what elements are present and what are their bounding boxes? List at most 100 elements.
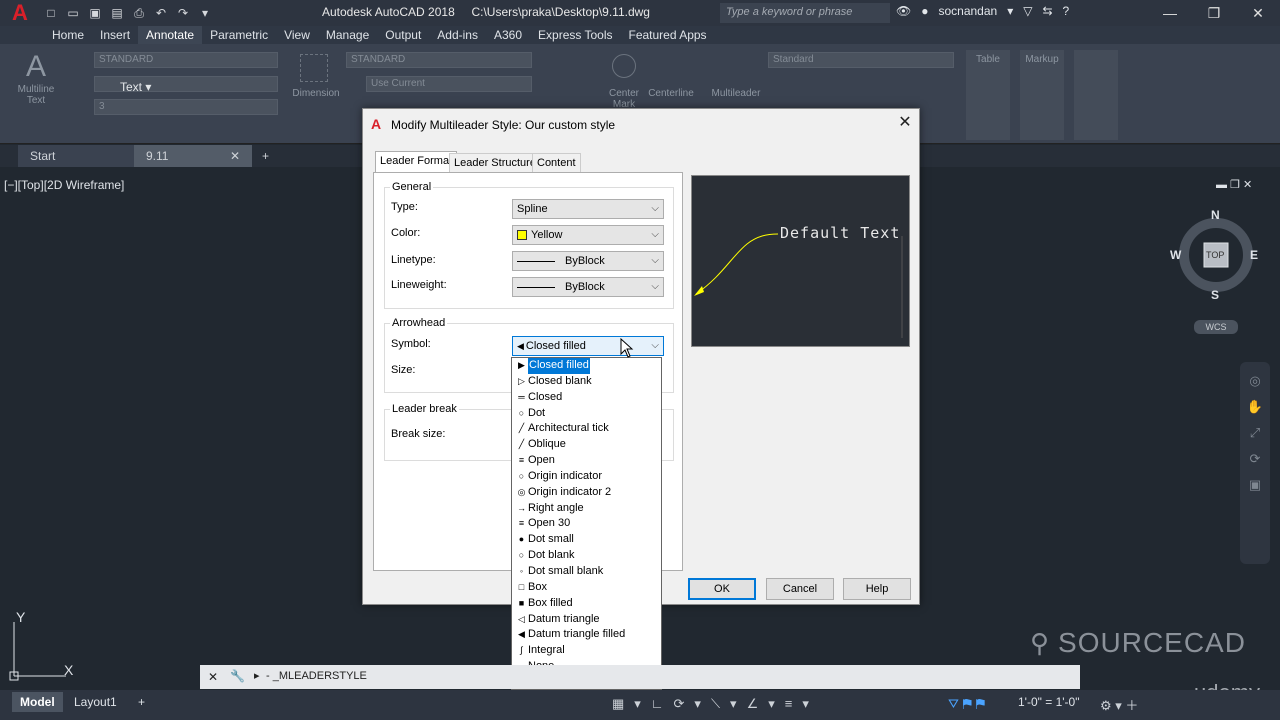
viewport-window-controls[interactable]: ▬ ❐ ✕ (1216, 178, 1252, 191)
autocad-logo-icon[interactable]: A (0, 0, 40, 26)
text-style-select[interactable]: STANDARD (94, 52, 278, 68)
close-tab-icon[interactable]: ✕ (230, 145, 240, 167)
annotation-visibility-icon[interactable]: ⛛ ⚑ ⚑ (948, 696, 985, 712)
tab-manage[interactable]: Manage (318, 26, 377, 44)
text-height-field[interactable]: 3 (94, 99, 278, 115)
cancel-button[interactable]: Cancel (766, 578, 834, 600)
user-dropdown-icon[interactable]: ▾ (1007, 4, 1013, 18)
type-select[interactable]: Spline ⌵ (512, 199, 664, 219)
close-window-icon[interactable]: ✕ (1236, 0, 1280, 26)
lineweight-select[interactable]: ByBlock ⌵ (512, 277, 664, 297)
customize-cmdline-icon[interactable]: 🔧 (230, 669, 245, 683)
tab-featured-apps[interactable]: Featured Apps (621, 26, 715, 44)
annotation-scale[interactable]: 1'-0" = 1'-0" (1018, 695, 1079, 709)
symbol-option[interactable]: ≡ Open (512, 453, 661, 469)
symbol-option[interactable]: ╱ Oblique (512, 437, 661, 453)
symbol-option[interactable]: ○ Origin indicator (512, 469, 661, 485)
help-icon[interactable]: ? (1063, 4, 1070, 18)
file-tab-start[interactable]: Start (18, 145, 136, 167)
ok-button[interactable]: OK (688, 578, 756, 600)
viewcube-top-face[interactable]: TOP (1206, 250, 1224, 260)
tab-layout1[interactable]: Layout1 (66, 692, 125, 712)
tab-output[interactable]: Output (377, 26, 429, 44)
tab-leader-structure[interactable]: Leader Structure (449, 153, 541, 173)
file-tab-current[interactable]: 9.11 ✕ (134, 145, 252, 167)
pan-icon[interactable]: ✋ (1240, 394, 1270, 420)
symbol-option[interactable]: → Right angle (512, 501, 661, 517)
tab-a360[interactable]: A360 (486, 26, 530, 44)
help-button[interactable]: Help (843, 578, 911, 600)
symbol-option[interactable]: ○ Dot blank (512, 548, 661, 564)
user-icon[interactable]: ● (921, 4, 928, 18)
symbol-option[interactable]: ◎ Origin indicator 2 (512, 485, 661, 501)
multiline-text-button[interactable]: A Multiline Text (14, 50, 58, 106)
dim-layer-select[interactable]: Use Current (366, 76, 532, 92)
symbol-option[interactable]: ═ Closed (512, 390, 661, 406)
viewport-controls[interactable]: [−][Top][2D Wireframe] (4, 178, 124, 192)
symbol-option[interactable]: ■ Box filled (512, 596, 661, 612)
zoom-extents-icon[interactable]: ⤢ (1240, 420, 1270, 446)
dialog-close-icon[interactable]: ✕ (895, 113, 915, 133)
tab-express-tools[interactable]: Express Tools (530, 26, 620, 44)
symbol-option[interactable]: ◦ Dot small blank (512, 564, 661, 580)
symbol-option[interactable]: □ Box (512, 580, 661, 596)
compass-south[interactable]: S (1211, 288, 1219, 302)
viewcube[interactable]: N S E W TOP (1170, 208, 1258, 308)
dimension-icon[interactable] (300, 54, 328, 82)
save-icon[interactable]: ▣ (86, 4, 104, 22)
symbol-option[interactable]: ▶ Closed filled (512, 358, 661, 374)
symbol-option[interactable]: ▷ Closed blank (512, 374, 661, 390)
tab-view[interactable]: View (276, 26, 318, 44)
symbol-option[interactable]: ◀ Datum triangle filled (512, 627, 661, 643)
username[interactable]: socnandan (938, 4, 997, 18)
compass-east[interactable]: E (1250, 248, 1258, 262)
restore-icon[interactable]: ❐ (1192, 0, 1236, 26)
linetype-select[interactable]: ByBlock ⌵ (512, 251, 664, 271)
compass-west[interactable]: W (1170, 248, 1181, 262)
tab-addins[interactable]: Add-ins (429, 26, 486, 44)
print-icon[interactable]: ⎙ (130, 4, 148, 22)
ucs-menu[interactable]: WCS (1194, 320, 1238, 334)
tab-annotate[interactable]: Annotate (138, 26, 203, 44)
cart-icon[interactable]: ▽ (1023, 4, 1032, 18)
tab-insert[interactable]: Insert (92, 26, 138, 44)
undo-icon[interactable]: ↶ (152, 4, 170, 22)
tab-content[interactable]: Content (532, 153, 581, 173)
symbol-dropdown-list[interactable]: ▶ Closed filled ▷ Closed blank ═ Closed ○ Dot ╱ A… (511, 357, 662, 690)
new-tab-icon[interactable]: + (256, 145, 280, 167)
open-file-icon[interactable]: ▭ (64, 4, 82, 22)
help-search-input[interactable]: Type a keyword or phrase (720, 3, 890, 23)
add-layout-icon[interactable]: + (130, 692, 153, 712)
command-line[interactable]: ✕ 🔧 ▸ - _MLEADERSTYLE (200, 665, 1080, 689)
tab-parametric[interactable]: Parametric (202, 26, 276, 44)
tab-home[interactable]: Home (44, 26, 92, 44)
symbol-select[interactable]: ◀ Closed filled ⌵ (512, 336, 664, 356)
orbit-icon[interactable]: ⟳ (1240, 446, 1270, 472)
tab-model[interactable]: Model (12, 692, 63, 712)
mleader-style-select[interactable]: Standard (768, 52, 954, 68)
exchange-icon[interactable]: ⇆ (1042, 4, 1052, 18)
dim-style-select[interactable]: STANDARD (346, 52, 532, 68)
minimize-icon[interactable]: — (1148, 0, 1192, 26)
symbol-option[interactable]: ≡ Open 30 (512, 516, 661, 532)
redo-icon[interactable]: ↷ (174, 4, 192, 22)
qat-dropdown-icon[interactable]: ▾ (196, 4, 214, 22)
showmotion-icon[interactable]: ▣ (1240, 472, 1270, 498)
status-settings-icons[interactable]: ⚙ ▾ ＋ (1100, 695, 1138, 714)
annotation-scaling-button[interactable] (1074, 50, 1118, 140)
symbol-option[interactable]: ∫ Integral (512, 643, 661, 659)
steering-wheel-icon[interactable]: ◎ (1240, 368, 1270, 394)
symbol-option[interactable]: ○ Dot (512, 406, 661, 422)
color-select[interactable]: Yellow ⌵ (512, 225, 664, 245)
compass-north[interactable]: N (1211, 208, 1220, 222)
close-cmdline-icon[interactable]: ✕ (208, 670, 218, 684)
symbol-option[interactable]: ● Dot small (512, 532, 661, 548)
binoculars-icon[interactable]: 👁 (896, 4, 911, 18)
markup-button[interactable]: Markup (1020, 50, 1064, 140)
text-panel-label[interactable]: Text ▾ (120, 80, 151, 94)
new-file-icon[interactable]: □ (42, 4, 60, 22)
table-button[interactable]: Table (966, 50, 1010, 140)
tab-leader-format[interactable]: Leader Format (375, 151, 458, 173)
center-mark-icon[interactable] (612, 54, 636, 78)
symbol-option[interactable]: ╱ Architectural tick (512, 421, 661, 437)
